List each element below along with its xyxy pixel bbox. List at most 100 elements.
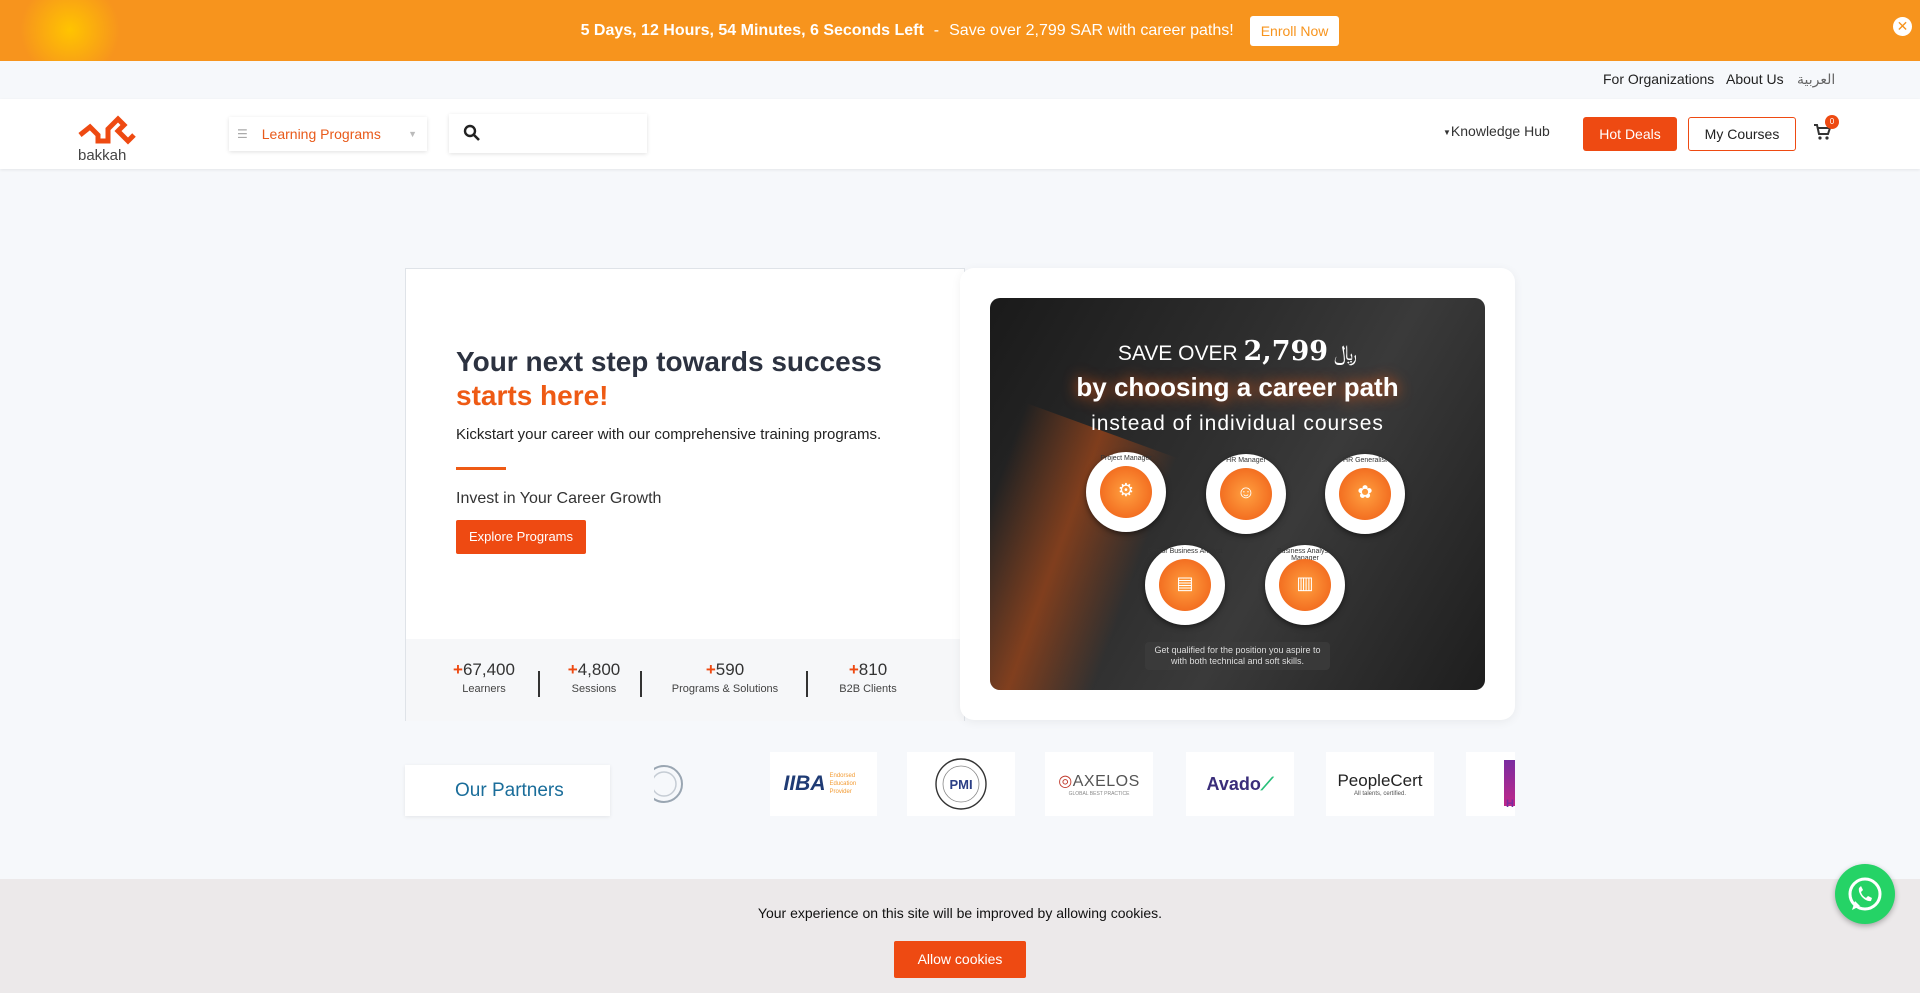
- promo-separator: -: [933, 21, 940, 39]
- partner-seal-icon: [654, 765, 683, 803]
- cookie-banner: Your experience on this site will be imp…: [0, 879, 1920, 993]
- chart-icon: ▥: [1296, 573, 1314, 593]
- career-path-banner-image[interactable]: SAVE OVER 2,799 ﷼ by choosing a career p…: [990, 298, 1485, 690]
- pmi-logo-text: PMI: [949, 777, 972, 792]
- logo-wordmark: bakkah: [78, 147, 126, 163]
- search-icon: [463, 124, 480, 141]
- gear-icon: ⚙: [1117, 480, 1135, 500]
- my-courses-button[interactable]: My Courses: [1688, 117, 1796, 151]
- stat-learners: +67,400 Learners: [436, 660, 532, 695]
- stat-divider: [806, 671, 808, 697]
- plus-icon: +: [848, 660, 859, 679]
- banner-footnote: Get qualified for the position you aspir…: [1145, 642, 1330, 670]
- stat-value: +67,400: [436, 660, 532, 680]
- close-icon[interactable]: ✕: [1893, 17, 1912, 36]
- badge-label: Senior Business Analyst: [1147, 548, 1223, 555]
- badge-label: HR Generalist: [1343, 457, 1387, 464]
- iiba-logo-subtext: Endorsed Education Provider: [829, 773, 857, 795]
- top-links-bar: For Organizations About Us العربية: [0, 61, 1920, 99]
- stats-bar: +67,400 Learners +4,800 Sessions +590 Pr…: [406, 639, 964, 721]
- badge-business-analysis-manager: Business Analysis Manager ▥: [1265, 545, 1345, 625]
- axelos-logo-text: AXELOS: [1072, 773, 1140, 790]
- our-partners-label: Our Partners: [405, 765, 610, 816]
- about-us-link[interactable]: About Us: [1726, 71, 1784, 87]
- stat-divider: [640, 671, 642, 697]
- stat-number: 590: [715, 660, 745, 679]
- promo-message: Save over 2,799 SAR with career paths!: [949, 21, 1234, 39]
- axelos-logo-line: ◎AXELOS: [1058, 771, 1140, 791]
- pmi-seal-icon: PMI: [935, 758, 987, 810]
- partner-logo-peoplecert[interactable]: PeopleCert All talents, certified.: [1326, 752, 1434, 816]
- partner-logo-axelos[interactable]: ◎AXELOS GLOBAL BEST PRACTICE: [1045, 752, 1153, 816]
- plus-icon: +: [567, 660, 578, 679]
- hero-invest-text: Invest in Your Career Growth: [456, 490, 662, 507]
- knowledge-hub-label: Knowledge Hub: [1450, 123, 1550, 139]
- list-icon: ☰: [237, 127, 248, 141]
- people-icon: ✿: [1357, 482, 1373, 502]
- badge-emblem: ☺: [1220, 468, 1272, 520]
- promo-bar: 5 Days, 12 Hours, 54 Minutes, 6 Seconds …: [0, 0, 1920, 80]
- plus-icon: +: [705, 660, 716, 679]
- plus-icon: +: [453, 660, 463, 679]
- career-path-promo-card: SAVE OVER 2,799 ﷼ by choosing a career p…: [960, 268, 1515, 720]
- stat-number: 810: [858, 660, 888, 679]
- badge-project-manager: Project Manager ⚙: [1086, 452, 1166, 532]
- stat-label: Sessions: [571, 683, 617, 695]
- partner-logo-pmi[interactable]: PMI: [907, 752, 1015, 816]
- main-header: bakkah ☰ Learning Programs ▼ ▼Knowledge …: [0, 99, 1920, 169]
- stat-number: 67,400: [462, 660, 515, 679]
- partner-logo-iiba[interactable]: IIBA Endorsed Education Provider: [770, 752, 877, 816]
- partner-logo-partial-hr[interactable]: H: [1466, 752, 1515, 816]
- badge-emblem: ▤: [1159, 559, 1211, 611]
- badge-label: Project Manager: [1100, 455, 1152, 462]
- banner-save-line: SAVE OVER 2,799 ﷼: [990, 336, 1485, 367]
- badge-emblem: ⚙: [1100, 466, 1152, 518]
- banner-footnote-line: Get qualified for the position you aspir…: [1154, 645, 1321, 655]
- whatsapp-icon: [1848, 877, 1882, 911]
- chart-icon: ▤: [1176, 573, 1194, 593]
- stat-number: 4,800: [577, 660, 621, 679]
- chevron-down-icon: ▼: [408, 129, 417, 139]
- stat-programs: +590 Programs & Solutions: [660, 660, 790, 695]
- hero-subtitle: Kickstart your career with our comprehen…: [456, 426, 882, 443]
- hero-title-accent: starts here!: [456, 380, 609, 411]
- cookie-message: Your experience on this site will be imp…: [757, 905, 1163, 921]
- caret-down-icon: ▼: [1443, 127, 1451, 137]
- iiba-logo-text: IIBA: [783, 772, 826, 795]
- stat-b2b-clients: +810 B2B Clients: [820, 660, 916, 695]
- badge-senior-business-analyst: Senior Business Analyst ▤: [1145, 545, 1225, 625]
- peoplecert-logo-text: PeopleCert: [1337, 771, 1423, 790]
- search-input[interactable]: [449, 114, 647, 153]
- for-organizations-link[interactable]: For Organizations: [1603, 71, 1714, 87]
- stat-value: +4,800: [546, 660, 642, 680]
- badge-emblem: ✿: [1339, 468, 1391, 520]
- language-link[interactable]: العربية: [1797, 71, 1835, 88]
- enroll-now-button[interactable]: Enroll Now: [1249, 15, 1340, 46]
- hero-divider: [456, 467, 506, 470]
- avado-logo-text: Avado: [1206, 773, 1261, 794]
- knowledge-hub-menu[interactable]: ▼Knowledge Hub: [1443, 123, 1550, 139]
- badge-hr-generalist: HR Generalist ✿: [1325, 454, 1405, 534]
- badge-hr-manager: HR Manager ☺: [1206, 454, 1286, 534]
- stat-sessions: +4,800 Sessions: [546, 660, 642, 695]
- stat-label: B2B Clients: [839, 683, 897, 695]
- peoplecert-logo-subtext: All talents, certified.: [1353, 791, 1407, 797]
- stat-label: Programs & Solutions: [671, 683, 779, 695]
- stat-value: +810: [820, 660, 916, 680]
- riyal-icon: ﷼: [1333, 342, 1358, 365]
- whatsapp-chat-button[interactable]: [1835, 864, 1895, 924]
- person-icon: ☺: [1236, 482, 1256, 502]
- avado-mark-icon: ⟋: [1260, 773, 1274, 794]
- explore-programs-button[interactable]: Explore Programs: [456, 520, 586, 554]
- promo-countdown: 5 Days, 12 Hours, 54 Minutes, 6 Seconds …: [580, 21, 924, 39]
- allow-cookies-button[interactable]: Allow cookies: [894, 941, 1026, 978]
- axelos-mark-icon: ◎: [1058, 773, 1073, 790]
- bakkah-logo-icon[interactable]: bakkah: [78, 105, 138, 163]
- learning-programs-dropdown[interactable]: ☰ Learning Programs ▼: [229, 117, 427, 151]
- hot-deals-button[interactable]: Hot Deals: [1583, 117, 1677, 151]
- partner-logo-text: H: [1506, 798, 1514, 810]
- badge-emblem: ▥: [1279, 559, 1331, 611]
- partner-logo-partial[interactable]: [640, 752, 708, 816]
- partner-logo-avado[interactable]: Avado ⟋: [1186, 752, 1294, 816]
- banner-save-amount: 2,799: [1243, 336, 1329, 367]
